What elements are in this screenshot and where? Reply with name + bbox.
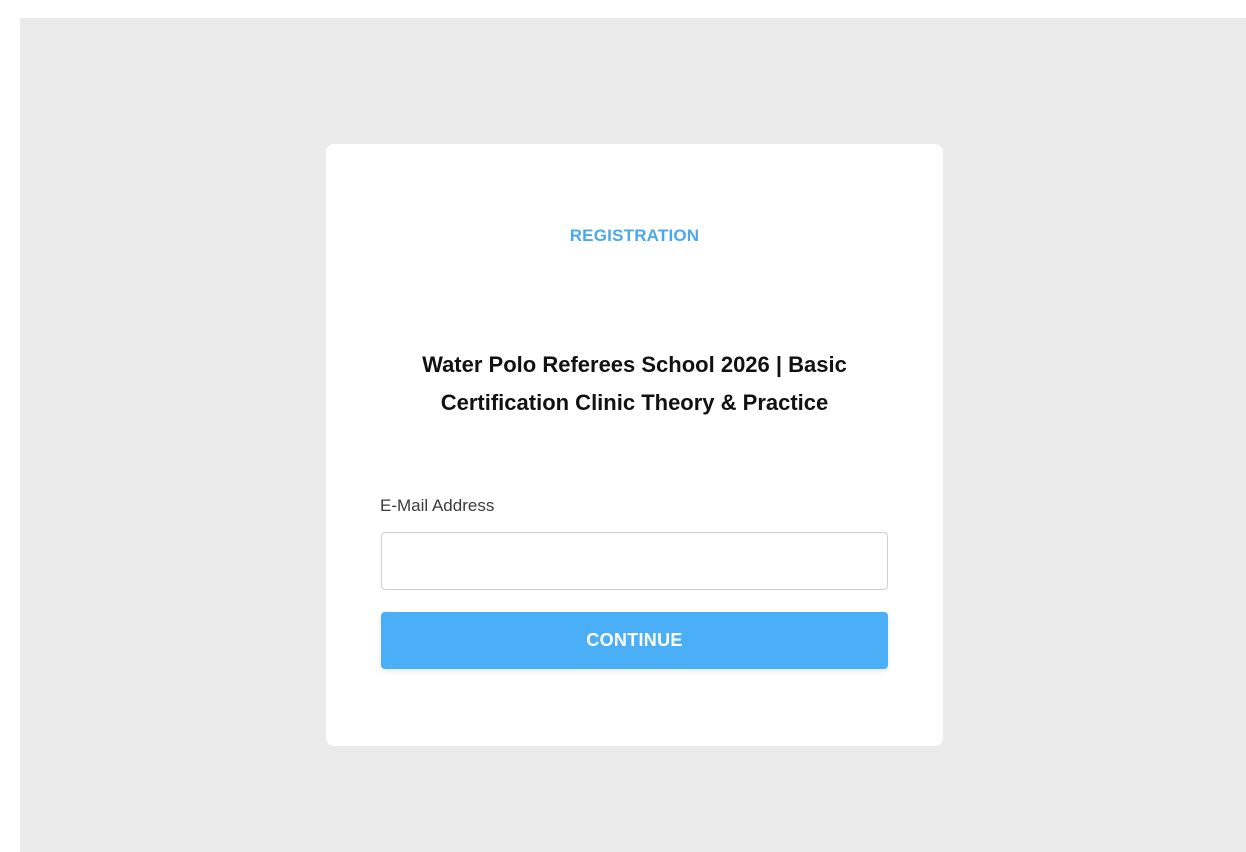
email-field[interactable] <box>381 532 888 590</box>
email-label: E-Mail Address <box>380 496 495 515</box>
page-background: REGISTRATION Water Polo Referees School … <box>20 18 1246 852</box>
continue-button[interactable]: CONTINUE <box>381 612 888 669</box>
registration-card: REGISTRATION Water Polo Referees School … <box>326 144 943 746</box>
page-title: Water Polo Referees School 2026 | Basic … <box>422 352 847 415</box>
registration-eyebrow: REGISTRATION <box>569 226 700 245</box>
